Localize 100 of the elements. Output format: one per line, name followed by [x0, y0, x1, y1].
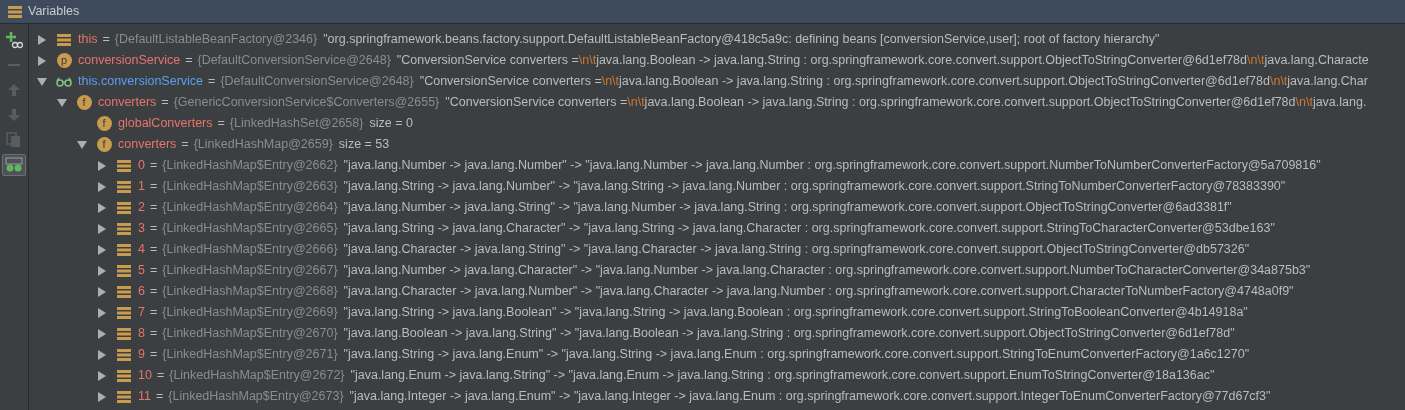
list-icon — [117, 327, 131, 340]
equals-sign: = — [161, 94, 169, 112]
equals-sign: = — [149, 283, 158, 301]
variable-type: {LinkedHashMap$Entry@2663} — [162, 178, 338, 196]
field-badge: p — [56, 53, 72, 68]
expand-arrow-icon[interactable] — [97, 286, 107, 297]
expand-arrow-icon[interactable] — [97, 265, 107, 276]
equals-sign: = — [149, 262, 158, 280]
field-badge: f — [96, 116, 112, 131]
variable-name: 1 — [138, 178, 145, 196]
list-icon — [57, 33, 71, 46]
field-badge: f — [96, 137, 112, 152]
variable-type: {LinkedHashMap$Entry@2662} — [162, 157, 338, 175]
expand-arrow-icon[interactable] — [37, 55, 47, 66]
variable-value: "java.lang.Number -> java.lang.Number" -> "java.lang.Number -> java.lang.Number : org.springframework.core.convert.support.NumberToNumberConverterFactory@5a709816" — [343, 157, 1321, 175]
variable-size: size = 53 — [338, 136, 390, 154]
collapse-arrow-icon[interactable] — [57, 97, 67, 108]
equals-sign: = — [149, 157, 158, 175]
variable-name: 2 — [138, 199, 145, 217]
variable-value: "org.springframework.beans.factory.support.DefaultListableBeanFactory@418c5a9c: defining beans [conversionService,user]; root of factory hierarchy" — [323, 31, 1160, 49]
expand-arrow-icon[interactable] — [37, 34, 47, 45]
variable-name: 3 — [138, 220, 145, 238]
variable-type: {LinkedHashMap$Entry@2673} — [168, 388, 344, 406]
variable-type: {LinkedHashMap$Entry@2671} — [162, 346, 338, 364]
variable-name: 7 — [138, 304, 145, 322]
list-icon — [117, 285, 131, 298]
expand-arrow-icon[interactable] — [97, 223, 107, 234]
variable-value: "java.lang.String -> java.lang.Enum" -> "java.lang.String -> java.lang.Enum : org.springframework.core.convert.support.StringToEnumConverterFactory@1a6c1270" — [343, 346, 1250, 364]
equals-sign: = — [217, 115, 225, 133]
variable-name: 10 — [138, 367, 152, 385]
list-icon — [117, 243, 131, 256]
variable-value: "ConversionService converters =\n\tjava.lang.Boolean -> java.lang.String : org.springframework.core.convert.support.ObjectToStringConverter@6d1ef78d\n\tjava.lang. — [445, 94, 1367, 112]
variable-type: {LinkedHashMap$Entry@2667} — [162, 262, 338, 280]
variable-value: "java.lang.Number -> java.lang.String" -> "java.lang.Number -> java.lang.String : org.springframework.core.convert.support.ObjectToStringConverter@6ad3381f" — [343, 199, 1232, 217]
variable-value: "java.lang.Integer -> java.lang.Enum" -> "java.lang.Integer -> java.lang.Enum : org.springframework.core.convert.support.IntegerToEnumConverterFactory@77d67cf3" — [349, 388, 1271, 406]
equals-sign: = — [149, 325, 158, 343]
expand-arrow-icon[interactable] — [97, 244, 107, 255]
variable-type: {LinkedHashMap$Entry@2672} — [169, 367, 345, 385]
toolbar-button[interactable] — [2, 154, 26, 176]
variable-value: "java.lang.String -> java.lang.Boolean" -> "java.lang.String -> java.lang.Boolean : org.springframework.core.convert.support.StringToBooleanConverter@4b14918a" — [343, 304, 1248, 322]
list-icon — [117, 348, 131, 361]
list-icon — [117, 222, 131, 235]
variable-value: "java.lang.String -> java.lang.Character" -> "java.lang.String -> java.lang.Character : org.springframework.core.convert.support.StringToCharacterConverter@53dbe163" — [343, 220, 1275, 238]
list-icon — [117, 390, 131, 403]
variable-type: {LinkedHashMap$Entry@2669} — [162, 304, 338, 322]
list-icon — [117, 306, 131, 319]
variable-name: this — [78, 31, 98, 49]
arrow-down-icon — [6, 107, 22, 123]
variable-value: "java.lang.Character -> java.lang.String" -> "java.lang.Character -> java.lang.String : org.springframework.core.convert.support.ObjectToStringConverter@db57326" — [343, 241, 1250, 259]
variable-value: "java.lang.Enum -> java.lang.String" -> "java.lang.Enum -> java.lang.String : org.springframework.core.convert.support.EnumToStringConverter@18a136ac" — [350, 367, 1215, 385]
collapse-arrow-icon[interactable] — [37, 76, 47, 87]
equals-sign: = — [208, 73, 216, 91]
variable-name: this.conversionService — [78, 73, 204, 91]
variable-name: globalConverters — [118, 115, 213, 133]
variable-value: "java.lang.String -> java.lang.Number" -> "java.lang.String -> java.lang.Number : org.springframework.core.convert.support.StringToNumberConverterFactory@78383390" — [343, 178, 1286, 196]
expand-arrow-icon[interactable] — [97, 370, 107, 381]
collapse-arrow-icon[interactable] — [77, 139, 87, 150]
variable-type: {DefaultConversionService@2648} — [197, 52, 391, 70]
expand-arrow-icon[interactable] — [97, 202, 107, 213]
expand-arrow-icon[interactable] — [97, 349, 107, 360]
equals-sign: = — [181, 136, 189, 154]
equals-sign: = — [185, 52, 193, 70]
equals-sign: = — [156, 388, 164, 406]
expand-arrow-icon[interactable] — [97, 307, 107, 318]
equals-sign: = — [149, 220, 158, 238]
expand-arrow-icon[interactable] — [97, 160, 107, 171]
variable-value: "java.lang.Boolean -> java.lang.String" -> "java.lang.Boolean -> java.lang.String : org.springframework.core.convert.support.ObjectToStringConverter@6d1ef78d" — [343, 325, 1235, 343]
expand-arrow-icon[interactable] — [97, 328, 107, 339]
variable-name: converters — [98, 94, 157, 112]
list-icon — [117, 369, 131, 382]
variable-size: size = 0 — [369, 115, 413, 133]
expand-arrow-icon[interactable] — [97, 181, 107, 192]
list-icon — [117, 180, 131, 193]
field-badge: f — [76, 95, 92, 110]
variable-type: {DefaultConversionService@2648} — [220, 73, 414, 91]
equals-sign: = — [149, 199, 158, 217]
equals-sign: = — [149, 304, 158, 322]
variable-name: 4 — [138, 241, 145, 259]
copy-icon — [6, 132, 22, 148]
variable-type: {DefaultListableBeanFactory@2346} — [114, 31, 318, 49]
variable-type: {LinkedHashSet@2658} — [229, 115, 364, 133]
variable-type: {GenericConversionService$Converters@2655} — [173, 94, 440, 112]
variable-name: conversionService — [78, 52, 181, 70]
variable-name: 8 — [138, 325, 145, 343]
variable-value: "java.lang.Number -> java.lang.Character" -> "java.lang.Number -> java.lang.Character : org.springframework.core.convert.support.NumberToCharacterConverter@34a875b3" — [343, 262, 1311, 280]
list-icon — [117, 201, 131, 214]
equals-sign: = — [149, 178, 158, 196]
expand-arrow-icon[interactable] — [97, 391, 107, 402]
variable-type: {LinkedHashMap$Entry@2670} — [162, 325, 338, 343]
panel-title: Variables — [28, 3, 80, 21]
variable-name: 9 — [138, 346, 145, 364]
equals-sign: = — [149, 241, 158, 259]
variable-value: "ConversionService converters =\n\tjava.lang.Boolean -> java.lang.String : org.springframework.core.convert.support.ObjectToStringConverter@6d1ef78d\n\tjava.lang.Characte — [396, 52, 1369, 70]
list-icon — [117, 159, 131, 172]
equals-sign: = — [156, 367, 165, 385]
variable-name: 5 — [138, 262, 145, 280]
variable-name: 0 — [138, 157, 145, 175]
arrow-up-icon — [6, 82, 22, 98]
variable-type: {LinkedHashMap$Entry@2666} — [162, 241, 338, 259]
variable-type: {LinkedHashMap$Entry@2664} — [162, 199, 338, 217]
